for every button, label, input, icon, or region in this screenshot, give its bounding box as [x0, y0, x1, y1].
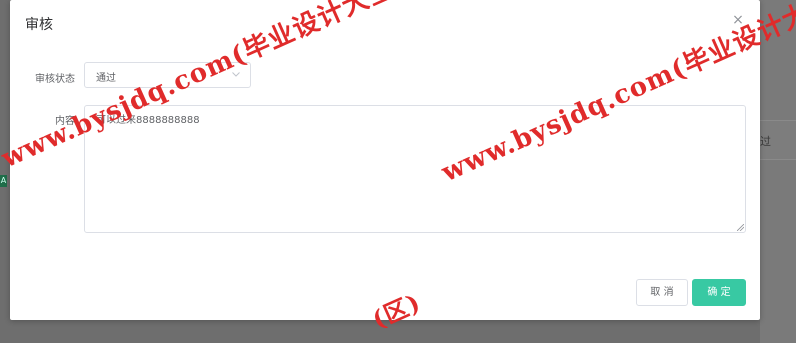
content-label: 内容: [55, 116, 75, 127]
status-label: 审核状态: [35, 74, 75, 85]
review-dialog: 审核 × 审核状态 通过 内容 可以过来8888888888 取 消 确 定: [10, 0, 760, 320]
confirm-button[interactable]: 确 定: [692, 279, 746, 306]
content-textarea[interactable]: 可以过来8888888888: [84, 105, 746, 233]
background-page: [760, 0, 796, 343]
cancel-button[interactable]: 取 消: [636, 279, 688, 306]
status-select-value: 通过: [96, 73, 116, 84]
resize-handle-icon[interactable]: [737, 224, 744, 231]
dialog-title: 审核: [25, 17, 53, 33]
chevron-down-icon: [232, 72, 240, 77]
close-icon[interactable]: ×: [730, 12, 746, 28]
background-row-text: 过: [760, 135, 771, 148]
background-badge: A: [0, 175, 7, 187]
content-textarea-value: 可以过来8888888888: [96, 115, 200, 126]
status-select[interactable]: 通过: [84, 62, 251, 88]
